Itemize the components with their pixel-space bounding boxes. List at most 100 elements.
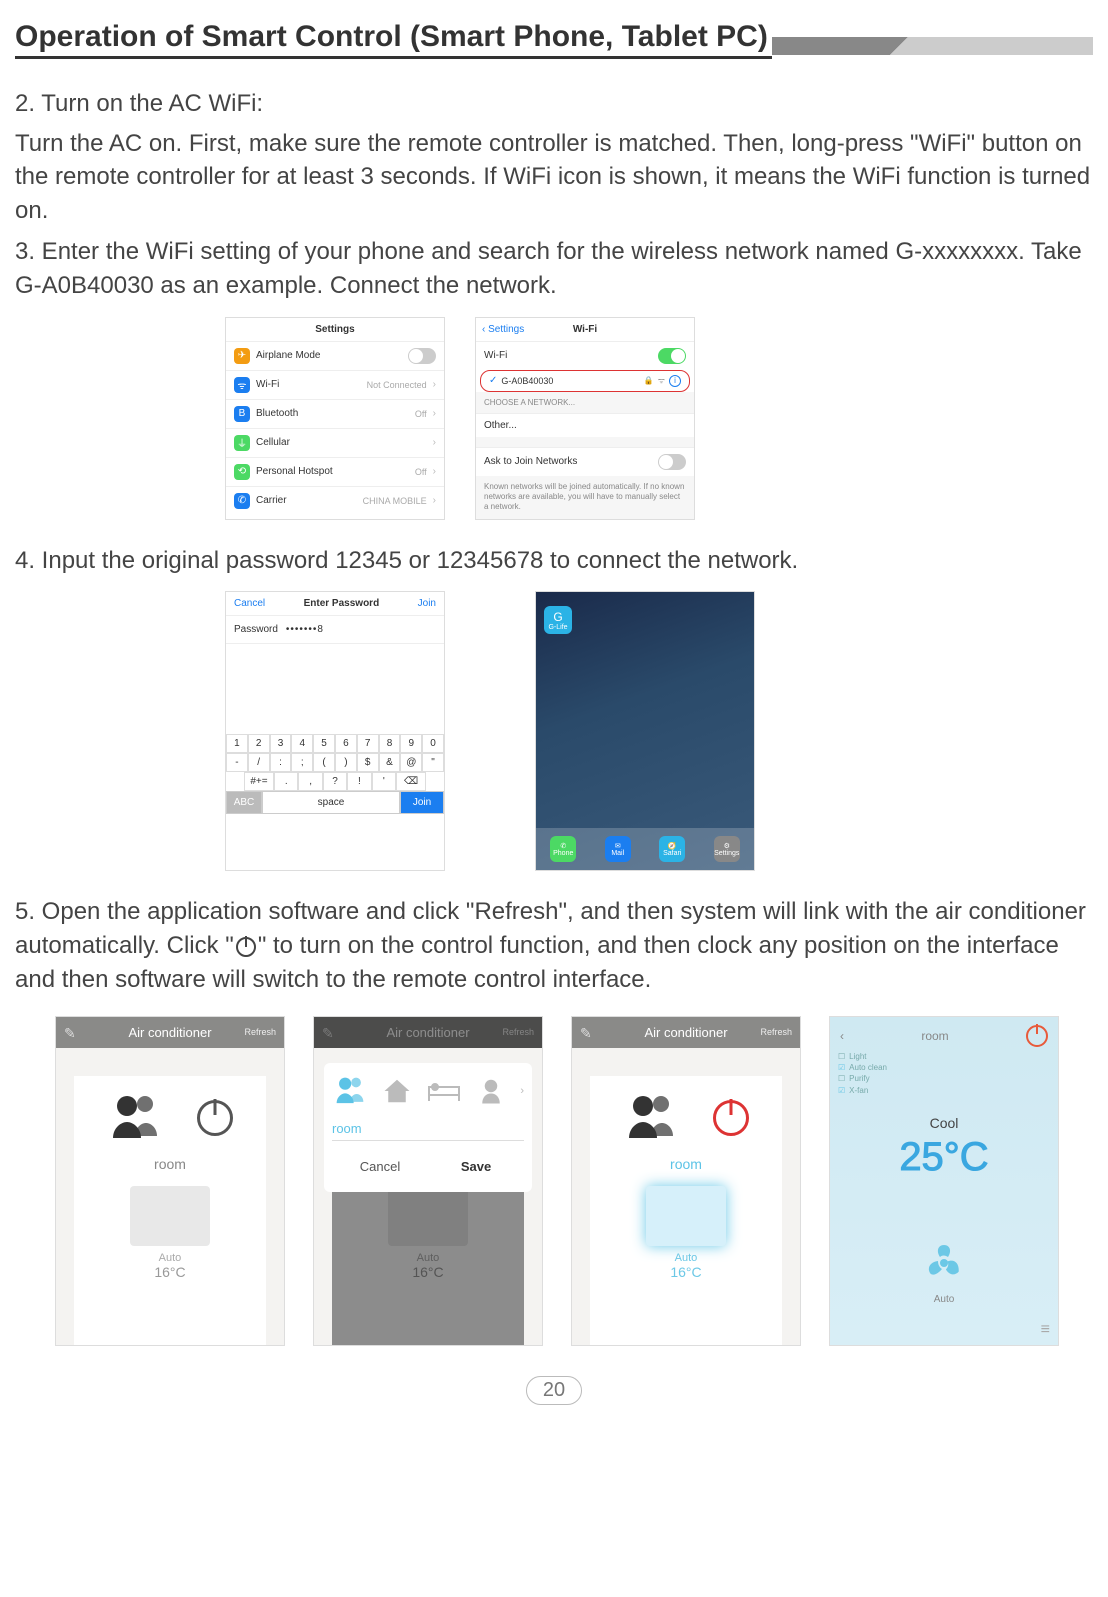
cellular-icon: ⏚: [234, 435, 250, 451]
people-icon: [107, 1090, 163, 1146]
step-5: 5. Open the application software and cli…: [15, 895, 1093, 996]
app-title: Air conditioner: [128, 1025, 211, 1040]
kbd-key[interactable]: @: [400, 753, 422, 772]
info-icon[interactable]: i: [669, 375, 681, 387]
chevron-right-icon: ›: [433, 379, 436, 390]
wifi-toggle-row[interactable]: Wi-Fi: [476, 341, 694, 370]
kbd-key[interactable]: ): [335, 753, 357, 772]
section-title: Operation of Smart Control (Smart Phone,…: [15, 20, 772, 59]
kbd-row-3: #+=.,?!'⌫: [226, 772, 444, 791]
ask-to-join-row[interactable]: Ask to Join Networks: [476, 447, 694, 476]
password-input[interactable]: •••••••8: [286, 624, 324, 635]
kbd-key[interactable]: 4: [291, 734, 313, 753]
mode-auto: Auto: [159, 1252, 182, 1264]
wifi-other[interactable]: Other...: [476, 413, 694, 437]
power-icon: [236, 937, 256, 957]
power-button[interactable]: [197, 1100, 233, 1136]
overlay-girl-icon[interactable]: [473, 1073, 508, 1109]
kbd-key[interactable]: ": [422, 753, 444, 772]
room-power-button[interactable]: [1026, 1025, 1048, 1047]
screenshots-row-password: Cancel Enter Password Join Password ••••…: [225, 591, 1093, 871]
edit-icon[interactable]: ✎: [580, 1025, 592, 1042]
kbd-key[interactable]: 6: [335, 734, 357, 753]
kbd-key[interactable]: ?: [323, 772, 347, 791]
step-4: 4. Input the original password 12345 or …: [15, 544, 1093, 578]
overlay-bed-icon[interactable]: [426, 1073, 461, 1109]
kbd-key[interactable]: (: [313, 753, 335, 772]
dock-mail-icon[interactable]: ✉Mail: [605, 836, 631, 862]
settings-row-hotspot[interactable]: ⟲ Personal Hotspot Off ›: [226, 457, 444, 486]
back-button[interactable]: ‹ Settings: [482, 324, 524, 335]
room-control-screen: ‹ room ☐Light ☑Auto clean ☐Purify ☑X-fan…: [829, 1016, 1059, 1346]
glife-app-icon[interactable]: G G-Life: [544, 606, 572, 634]
edit-icon[interactable]: ✎: [64, 1025, 76, 1042]
kbd-row-1: 1234567890: [226, 734, 444, 753]
settings-row-bluetooth[interactable]: B Bluetooth Off ›: [226, 399, 444, 428]
kbd-key[interactable]: .: [274, 772, 298, 791]
refresh-button[interactable]: Refresh: [244, 1027, 276, 1037]
overlay-people-icon[interactable]: [332, 1073, 367, 1109]
kbd-key[interactable]: 1: [226, 734, 248, 753]
kbd-key[interactable]: ⌫: [396, 772, 426, 791]
app-screen-off: ✎ Air conditioner Refresh room Auto 16°C: [55, 1016, 285, 1346]
kbd-key[interactable]: 9: [400, 734, 422, 753]
wifi-icon: ᯤ: [234, 377, 250, 393]
back-chevron-icon[interactable]: ‹: [840, 1029, 844, 1043]
kbd-key[interactable]: &: [379, 753, 401, 772]
kbd-key[interactable]: -: [226, 753, 248, 772]
join-button[interactable]: Join: [418, 598, 436, 609]
kbd-key[interactable]: 0: [422, 734, 444, 753]
temp-label: 16°C: [154, 1264, 185, 1280]
kbd-key[interactable]: #+=: [244, 772, 274, 791]
kbd-key[interactable]: !: [347, 772, 371, 791]
wifi-phone: ‹ Settings Wi-Fi Wi-Fi ✓ G-A0B40030 🔒 ᯤ …: [475, 317, 695, 520]
settings-row-cellular[interactable]: ⏚ Cellular ›: [226, 428, 444, 457]
airplane-toggle[interactable]: [408, 348, 436, 364]
settings-phone: Settings ✈ Airplane Mode ᯤ Wi-Fi Not Con…: [225, 317, 445, 520]
lock-icon: 🔒: [644, 376, 654, 385]
password-label: Password: [234, 624, 278, 635]
title-decoration: [772, 37, 1093, 55]
room-input[interactable]: room: [332, 1117, 524, 1141]
kbd-key[interactable]: ;: [291, 753, 313, 772]
overlay-save-button[interactable]: Save: [428, 1151, 524, 1182]
settings-row-airplane[interactable]: ✈ Airplane Mode: [226, 341, 444, 370]
kbd-key[interactable]: 8: [379, 734, 401, 753]
kbd-key[interactable]: 2: [248, 734, 270, 753]
kbd-space[interactable]: space: [262, 791, 400, 814]
kbd-key[interactable]: 5: [313, 734, 335, 753]
edit-icon[interactable]: ✎: [322, 1025, 334, 1042]
app-screen-on: ✎ Air conditioner Refresh room Auto 16°C: [571, 1016, 801, 1346]
kbd-abc[interactable]: ABC: [226, 791, 262, 814]
wifi-toggle[interactable]: [658, 348, 686, 364]
step-2-heading: 2. Turn on the AC WiFi:: [15, 87, 1093, 121]
kbd-key[interactable]: /: [248, 753, 270, 772]
kbd-key[interactable]: $: [357, 753, 379, 772]
device-card[interactable]: room Auto 16°C: [74, 1076, 266, 1345]
step-2-body: Turn the AC on. First, make sure the rem…: [15, 127, 1093, 228]
kbd-key[interactable]: 3: [270, 734, 292, 753]
screenshots-row-settings: Settings ✈ Airplane Mode ᯤ Wi-Fi Not Con…: [225, 317, 1093, 520]
wifi-title: ‹ Settings Wi-Fi: [476, 318, 694, 341]
kbd-key[interactable]: ': [372, 772, 396, 791]
ask-toggle[interactable]: [658, 454, 686, 470]
kbd-key[interactable]: ,: [298, 772, 322, 791]
settings-row-wifi[interactable]: ᯤ Wi-Fi Not Connected ›: [226, 370, 444, 399]
menu-icon[interactable]: ≡: [1041, 1321, 1050, 1339]
overlay-more-icon[interactable]: ›: [520, 1085, 524, 1097]
dock-safari-icon[interactable]: 🧭Safari: [659, 836, 685, 862]
dock-phone-icon[interactable]: ✆Phone: [550, 836, 576, 862]
power-button-on[interactable]: [713, 1100, 749, 1136]
settings-row-carrier[interactable]: ✆ Carrier CHINA MOBILE ›: [226, 486, 444, 515]
wifi-selected-network[interactable]: ✓ G-A0B40030 🔒 ᯤ i: [480, 370, 690, 392]
fan-icon[interactable]: [922, 1241, 966, 1285]
overlay-cancel-button[interactable]: Cancel: [332, 1151, 428, 1182]
fan-auto-label: Auto: [934, 1294, 955, 1305]
cancel-button[interactable]: Cancel: [234, 598, 265, 609]
wifi-signal-icon: ᯤ: [658, 375, 665, 386]
kbd-join[interactable]: Join: [400, 791, 444, 814]
dock-settings-icon[interactable]: ⚙Settings: [714, 836, 740, 862]
kbd-key[interactable]: :: [270, 753, 292, 772]
overlay-home-icon[interactable]: [379, 1073, 414, 1109]
kbd-key[interactable]: 7: [357, 734, 379, 753]
